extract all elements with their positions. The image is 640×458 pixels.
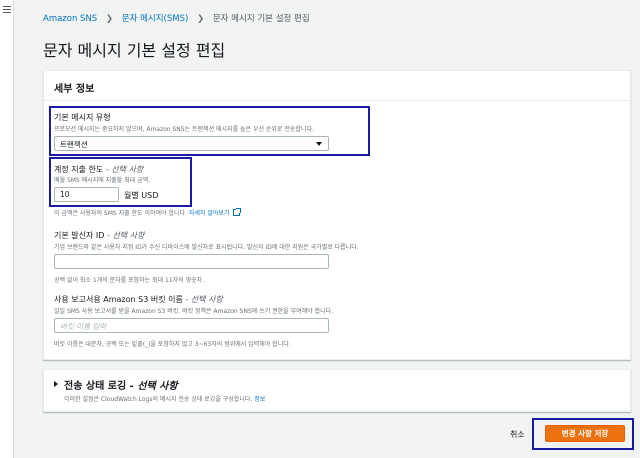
sender-id-input[interactable]	[54, 254, 329, 269]
spend-limit-hint-text: 이 금액은 사용자의 SMS 지출 한도 이하여야 합니다.	[54, 210, 187, 217]
hamburger-menu-icon[interactable]	[3, 6, 11, 15]
logging-title[interactable]: 전송 상태 로깅 - 선택 사항	[64, 377, 178, 392]
breadcrumb-item-sns[interactable]: Amazon SNS	[43, 14, 97, 24]
delivery-logging-panel[interactable]: 전송 상태 로깅 - 선택 사항 이러한 설정은 CloudWatch Logs…	[43, 369, 631, 412]
sender-id-hint: 공백 없이 최소 1개의 문자를 포함하는 최대 11자의 영숫자.	[54, 277, 205, 284]
chevron-right-icon: ❯	[197, 14, 205, 24]
sender-id-label: 기본 발신자 ID - 선택 사항	[54, 230, 144, 241]
s3-bucket-label: 사용 보고서용 Amazon S3 버킷 이름 - 선택 사항	[54, 294, 223, 305]
highlight-box-message-type	[49, 106, 370, 156]
sender-id-optional: - 선택 사항	[104, 231, 145, 240]
sender-id-label-text: 기본 발신자 ID	[54, 231, 105, 240]
learn-more-link[interactable]: 자세히 알아보기	[189, 210, 230, 217]
external-link-icon	[233, 208, 242, 216]
logging-optional: - 선택 사항	[126, 381, 178, 392]
side-nav-bar	[0, 0, 14, 458]
s3-bucket-input[interactable]: 버킷 이름 입력	[54, 318, 329, 333]
page-title: 문자 메시지 기본 설정 편집	[43, 41, 226, 60]
breadcrumb-item-current: 문자 메시지 기본 설정 편집	[212, 14, 310, 24]
chevron-right-icon: ❯	[105, 14, 114, 24]
logging-title-text: 전송 상태 로깅	[64, 381, 127, 392]
spend-limit-hint: 이 금액은 사용자의 SMS 지출 한도 이하여야 합니다. 자세히 알아보기	[54, 208, 242, 217]
breadcrumb-item-sms[interactable]: 문자 메시지(SMS)	[122, 14, 189, 24]
s3-bucket-hint: 버킷 이름은 대문자, 공백 또는 밑줄(_)을 포함하지 않고 3~63자의 …	[54, 341, 291, 348]
expand-triangle-icon[interactable]	[54, 381, 58, 387]
highlight-box-spend-limit	[49, 157, 192, 207]
s3-bucket-optional: - 선택 사항	[182, 295, 223, 304]
cancel-button[interactable]: 취소	[510, 429, 525, 440]
highlight-box-save	[532, 418, 634, 450]
s3-bucket-label-text: 사용 보고서용 Amazon S3 버킷 이름	[54, 295, 183, 304]
logging-description: 이러한 설정은 CloudWatch Logs의 메시지 전송 상태 로깅을 구…	[64, 394, 265, 403]
logging-info-link[interactable]: 정보	[254, 396, 265, 403]
breadcrumb: Amazon SNS ❯ 문자 메시지(SMS) ❯ 문자 메시지 기본 설정 …	[43, 12, 310, 24]
sender-id-description: 기업 브랜드와 같은 사용자 지정 ID가 수신 디바이스에 발신자로 표시됩니…	[54, 244, 359, 251]
logging-description-text: 이러한 설정은 CloudWatch Logs의 메시지 전송 상태 로깅을 구…	[64, 396, 253, 403]
s3-bucket-description: 일일 SMS 사용 보고서를 받을 Amazon S3 버킷. 버킷 정책은 A…	[54, 308, 334, 315]
details-panel-header: 세부 정보	[44, 71, 630, 101]
